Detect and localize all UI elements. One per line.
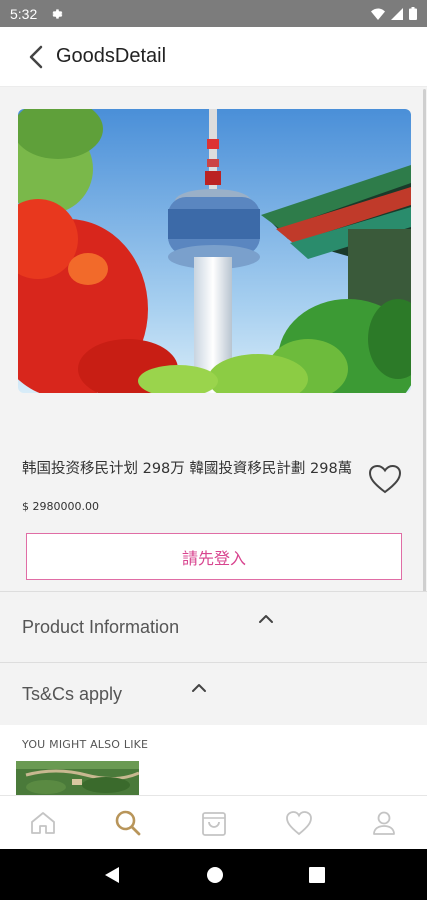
- back-button[interactable]: [12, 27, 60, 87]
- product-price: $ 2980000.00: [22, 500, 99, 513]
- chevron-up-icon: [259, 615, 273, 623]
- scrollbar[interactable]: [423, 89, 426, 609]
- chevron-left-icon: [29, 45, 43, 68]
- nav-favorites[interactable]: [256, 796, 341, 849]
- signal-icon: [391, 7, 403, 20]
- user-icon: [373, 811, 396, 835]
- heart-outline-icon: [368, 464, 402, 494]
- chevron-up-icon: [192, 684, 206, 692]
- login-first-button[interactable]: 請先登入: [26, 533, 402, 580]
- favorite-button[interactable]: [367, 461, 403, 497]
- battery-icon: [409, 7, 417, 20]
- status-time: 5:32: [10, 5, 38, 22]
- bottom-navigation: [0, 795, 427, 849]
- app-bar: GoodsDetail: [0, 27, 427, 87]
- page-title: GoodsDetail: [56, 45, 167, 67]
- shopping-bag-icon: [201, 811, 226, 836]
- wifi-icon: [371, 8, 385, 20]
- status-icons: [371, 7, 417, 20]
- product-information-section[interactable]: Product Information: [0, 591, 427, 662]
- recommended-item-thumbnail[interactable]: [16, 761, 139, 795]
- heart-icon: [286, 810, 312, 835]
- goods-detail-content[interactable]: 韩国投资移民计划 298万 韓國投資移民計劃 298萬 $ 2980000.00…: [0, 87, 427, 795]
- terms-section[interactable]: Ts&Cs apply: [0, 662, 427, 725]
- home-icon: [30, 811, 55, 834]
- back-triangle-icon[interactable]: [103, 865, 121, 885]
- recommendations-heading: YOU MIGHT ALSO LIKE: [22, 738, 149, 751]
- settings-gear-icon: [52, 8, 63, 19]
- nav-search[interactable]: [85, 796, 170, 849]
- product-image: [18, 109, 411, 393]
- nav-profile[interactable]: [342, 796, 427, 849]
- product-information-label: Product Information: [22, 616, 180, 637]
- nav-home[interactable]: [0, 796, 85, 849]
- terms-label: Ts&Cs apply: [22, 683, 123, 704]
- search-icon: [115, 810, 141, 835]
- product-name: 韩国投资移民计划 298万 韓國投資移民計劃 298萬: [22, 461, 353, 477]
- status-bar: 5:32: [0, 0, 427, 27]
- nav-cart[interactable]: [171, 796, 256, 849]
- home-circle-icon[interactable]: [206, 866, 224, 884]
- recommendations-section: YOU MIGHT ALSO LIKE: [0, 725, 427, 795]
- recents-square-icon[interactable]: [308, 866, 325, 883]
- system-navigation-bar: [0, 849, 427, 900]
